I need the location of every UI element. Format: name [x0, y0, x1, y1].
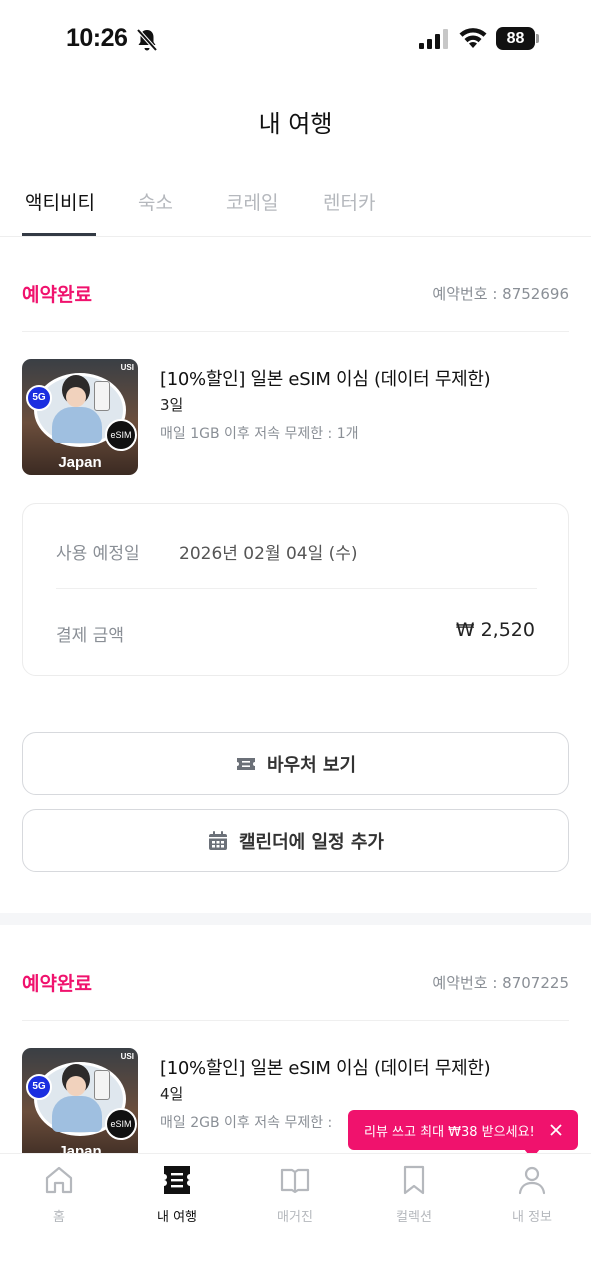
bottom-nav: 홈 내 여행 매거진 컬렉션 내 정보 — [0, 1153, 591, 1280]
calendar-icon — [208, 830, 227, 850]
badge-esim: eSIM — [105, 1108, 137, 1140]
nav-home[interactable]: 홈 — [14, 1164, 104, 1225]
battery-indicator: 88 — [496, 27, 540, 50]
phone-icon — [94, 381, 110, 411]
badge-5g: 5G — [26, 1074, 52, 1100]
thumb-person-face — [66, 1076, 86, 1096]
product-description: 매일 1GB 이후 저속 무제한 : 1개 — [160, 426, 359, 442]
review-promo-tooltip[interactable]: 리뷰 쓰고 최대 ₩38 받으세요! — [348, 1110, 578, 1150]
nav-collection[interactable]: 컬렉션 — [369, 1164, 459, 1225]
nav-my-info-label: 내 정보 — [511, 1210, 552, 1225]
close-icon[interactable] — [548, 1122, 564, 1138]
product-title[interactable]: [10%할인] 일본 eSIM 이심 (데이터 무제한) — [160, 365, 491, 391]
booking-number: 예약번호 : 8752696 — [432, 285, 569, 303]
nav-my-trips[interactable]: 내 여행 — [132, 1164, 222, 1225]
status-time: 10:26 — [66, 24, 128, 52]
add-to-calendar-button[interactable]: 캘린더에 일정 추가 — [22, 809, 569, 872]
section-separator — [0, 913, 591, 925]
add-to-calendar-label: 캘린더에 일정 추가 — [238, 831, 384, 853]
active-tab-indicator — [22, 233, 96, 236]
booking-number: 예약번호 : 8707225 — [432, 974, 569, 992]
badge-5g: 5G — [26, 385, 52, 411]
divider — [22, 331, 569, 332]
thumb-person-body — [52, 1096, 102, 1132]
tab-rentcar[interactable]: 렌터카 — [323, 188, 375, 215]
divider — [22, 1020, 569, 1021]
voucher-icon — [236, 757, 255, 770]
page-title: 내 여행 — [258, 110, 333, 138]
use-date-value: 2026년 02월 04일 (수) — [179, 544, 358, 564]
wifi-icon — [459, 28, 487, 48]
view-voucher-label: 바우처 보기 — [266, 754, 357, 776]
ticket-icon — [164, 1166, 190, 1194]
amount-value: ₩ 2,520 — [455, 619, 535, 641]
badge-esim: eSIM — [105, 419, 137, 451]
cellular-signal-icon — [419, 29, 448, 49]
thumb-person-face — [66, 387, 86, 407]
nav-my-info[interactable]: 내 정보 — [487, 1164, 577, 1225]
thumb-brand: USI — [120, 363, 134, 372]
use-date-label: 사용 예정일 — [56, 544, 140, 564]
booking-status: 예약완료 — [22, 284, 92, 306]
bell-slash-icon — [136, 28, 158, 52]
view-voucher-button[interactable]: 바우처 보기 — [22, 732, 569, 795]
tab-bar: 액티비티 숙소 코레일 렌터카 — [0, 170, 591, 237]
tab-lodging[interactable]: 숙소 — [138, 188, 173, 215]
product-title[interactable]: [10%할인] 일본 eSIM 이심 (데이터 무제한) — [160, 1054, 491, 1080]
product-thumbnail[interactable]: USI 5G eSIM Japan — [22, 359, 138, 475]
book-icon — [280, 1168, 310, 1194]
product-duration: 4일 — [160, 1085, 184, 1103]
product-thumbnail[interactable]: USI 5G eSIM Japan — [22, 1048, 138, 1164]
booking-status: 예약완료 — [22, 973, 92, 995]
booking-detail-box: 사용 예정일 2026년 02월 04일 (수) 결제 금액 ₩ 2,520 — [22, 503, 569, 676]
person-icon — [518, 1166, 546, 1195]
tab-activity[interactable]: 액티비티 — [25, 188, 95, 215]
nav-magazine[interactable]: 매거진 — [250, 1164, 340, 1225]
detail-divider — [56, 588, 537, 589]
amount-label: 결제 금액 — [56, 626, 124, 646]
status-bar: 10:26 88 — [0, 0, 591, 80]
thumb-person-body — [52, 407, 102, 443]
nav-home-label: 홈 — [53, 1210, 65, 1225]
nav-my-trips-label: 내 여행 — [156, 1210, 197, 1225]
battery-level: 88 — [496, 27, 535, 50]
product-duration: 3일 — [160, 396, 184, 414]
phone-icon — [94, 1070, 110, 1100]
bookmark-icon — [403, 1165, 425, 1195]
battery-tip — [536, 34, 539, 43]
nav-collection-label: 컬렉션 — [396, 1210, 432, 1225]
nav-magazine-label: 매거진 — [277, 1210, 313, 1225]
home-icon — [45, 1166, 73, 1194]
tab-korail[interactable]: 코레일 — [226, 188, 278, 215]
thumb-brand: USI — [120, 1052, 134, 1061]
product-description: 매일 2GB 이후 저속 무제한 : — [160, 1115, 333, 1131]
thumb-country: Japan — [58, 454, 102, 471]
review-promo-text: 리뷰 쓰고 최대 ₩38 받으세요! — [364, 1124, 535, 1140]
